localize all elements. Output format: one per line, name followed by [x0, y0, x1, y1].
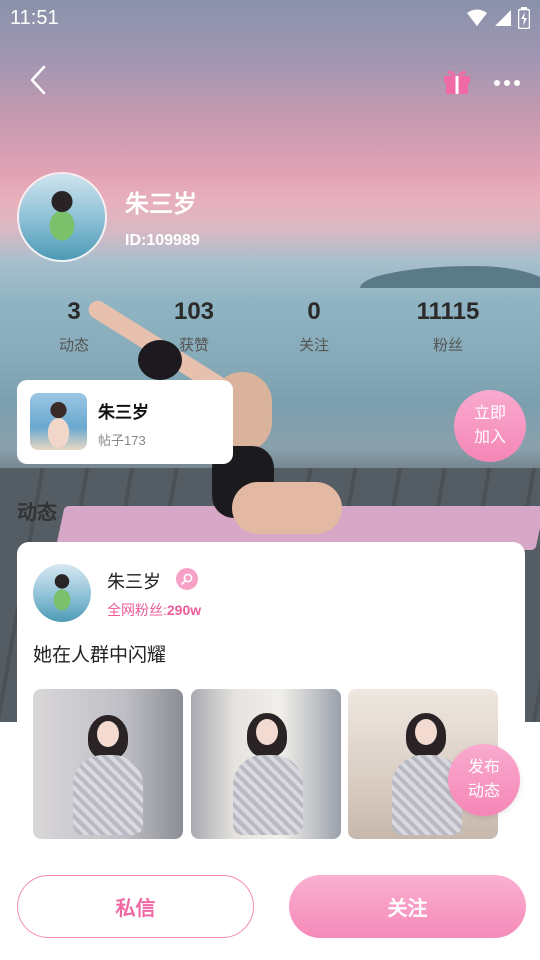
publish-label-line2: 动态 [467, 783, 500, 800]
follow-button[interactable]: 关注 [289, 875, 526, 938]
gift-icon [444, 70, 470, 94]
profile-avatar[interactable] [17, 172, 107, 262]
status-bar: 11:51 [0, 0, 540, 36]
post-text: 她在人群中闪耀 [33, 645, 167, 666]
post-author-name[interactable]: 朱三岁 [107, 568, 161, 594]
profile-id: ID:109989 [125, 232, 200, 249]
post-photo[interactable] [33, 689, 183, 839]
stat-label: 关注 [298, 337, 329, 354]
more-dots-icon [494, 80, 520, 86]
section-title: 动态 [17, 502, 57, 524]
back-button[interactable] [24, 64, 56, 96]
female-icon [176, 568, 198, 590]
circle-thumbnail [30, 393, 87, 450]
stat-label: 粉丝 [432, 337, 463, 354]
post-author-avatar[interactable] [33, 564, 91, 622]
status-time: 11:51 [10, 7, 59, 29]
join-button[interactable]: 立即 加入 [454, 390, 526, 462]
stat-fans[interactable]: 11115 粉丝 [388, 298, 508, 355]
post-author-fans: 全网粉丝:290w [107, 600, 201, 620]
publish-label-line1: 发布 [467, 759, 500, 776]
circle-name: 朱三岁 [98, 403, 149, 422]
stat-value: 11115 [416, 298, 480, 325]
stat-value: 3 [67, 298, 81, 325]
signal-icon [495, 10, 511, 26]
fans-label: 全网粉丝: [107, 602, 167, 618]
stat-value: 103 [173, 298, 215, 325]
stat-following[interactable]: 0 关注 [254, 298, 374, 355]
cover-island [360, 266, 540, 288]
publish-post-button[interactable]: 发布 动态 [448, 744, 520, 816]
stat-label: 动态 [58, 337, 89, 354]
join-label-line1: 立即 [473, 405, 506, 422]
stat-value: 0 [307, 298, 321, 325]
stat-likes[interactable]: 103 获赞 [134, 298, 254, 355]
message-button[interactable]: 私信 [17, 875, 254, 938]
post-photo[interactable] [191, 689, 341, 839]
gift-button[interactable] [442, 66, 472, 96]
more-button[interactable] [492, 70, 522, 94]
fans-value: 290w [166, 602, 202, 618]
battery-icon [518, 7, 530, 29]
circle-card[interactable]: 朱三岁 帖子173 [17, 380, 233, 464]
stat-label: 获赞 [178, 337, 209, 354]
circle-post-count: 帖子173 [98, 433, 146, 448]
status-icons [466, 7, 530, 29]
wifi-icon [467, 9, 487, 26]
cover-figure-leg [232, 482, 342, 534]
chevron-left-icon [30, 65, 46, 95]
post-card[interactable]: 朱三岁 全网粉丝:290w 她在人群中闪耀 [17, 542, 525, 862]
join-label-line2: 加入 [473, 429, 506, 446]
stat-posts[interactable]: 3 动态 [14, 298, 134, 355]
profile-name: 朱三岁 [125, 191, 197, 218]
